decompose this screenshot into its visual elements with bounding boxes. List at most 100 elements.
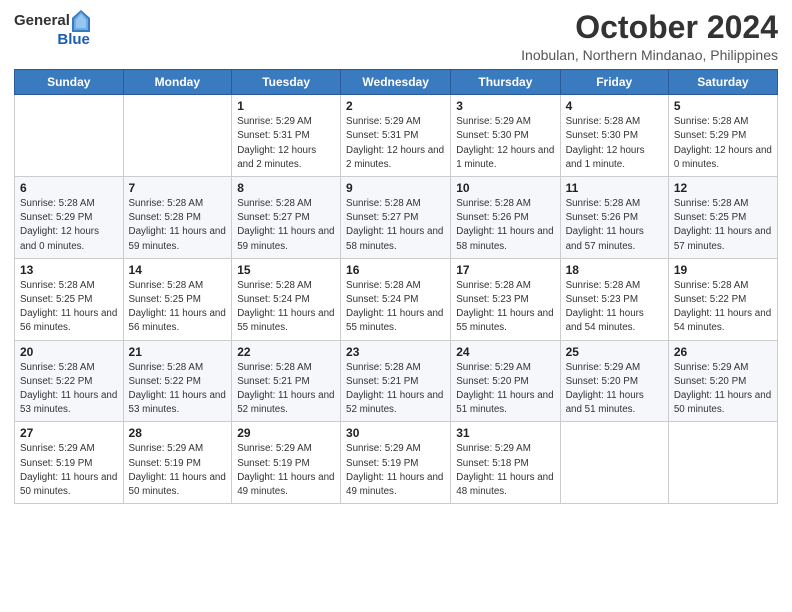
day-number: 14 <box>129 263 227 277</box>
month-title: October 2024 <box>521 10 778 45</box>
calendar-cell: 29 Sunrise: 5:29 AM Sunset: 5:19 PM Dayli… <box>232 422 341 504</box>
day-number: 27 <box>20 426 118 440</box>
day-number: 9 <box>346 181 445 195</box>
title-block: October 2024 Inobulan, Northern Mindanao… <box>521 10 778 63</box>
calendar-table: SundayMondayTuesdayWednesdayThursdayFrid… <box>14 69 778 504</box>
calendar-cell: 8 Sunrise: 5:28 AM Sunset: 5:27 PM Daylig… <box>232 177 341 259</box>
day-number: 22 <box>237 345 335 359</box>
logo: General Blue <box>14 10 90 49</box>
day-detail: Sunrise: 5:29 AM Sunset: 5:18 PM Dayligh… <box>456 442 554 499</box>
day-number: 2 <box>346 99 445 113</box>
day-detail: Sunrise: 5:29 AM Sunset: 5:19 PM Dayligh… <box>129 442 227 499</box>
calendar-cell: 21 Sunrise: 5:28 AM Sunset: 5:22 PM Dayli… <box>123 340 232 422</box>
day-number: 5 <box>674 99 772 113</box>
day-detail: Sunrise: 5:29 AM Sunset: 5:19 PM Dayligh… <box>237 442 335 499</box>
calendar-cell: 7 Sunrise: 5:28 AM Sunset: 5:28 PM Daylig… <box>123 177 232 259</box>
day-detail: Sunrise: 5:28 AM Sunset: 5:25 PM Dayligh… <box>674 197 772 254</box>
calendar-cell: 2 Sunrise: 5:29 AM Sunset: 5:31 PM Daylig… <box>341 95 451 177</box>
day-detail: Sunrise: 5:28 AM Sunset: 5:25 PM Dayligh… <box>20 279 118 336</box>
day-number: 25 <box>566 345 663 359</box>
calendar-cell: 14 Sunrise: 5:28 AM Sunset: 5:25 PM Dayli… <box>123 258 232 340</box>
calendar-cell: 18 Sunrise: 5:28 AM Sunset: 5:23 PM Dayli… <box>560 258 668 340</box>
day-number: 31 <box>456 426 554 440</box>
day-detail: Sunrise: 5:28 AM Sunset: 5:25 PM Dayligh… <box>129 279 227 336</box>
col-header-sunday: Sunday <box>15 70 124 95</box>
day-number: 3 <box>456 99 554 113</box>
day-number: 23 <box>346 345 445 359</box>
day-number: 20 <box>20 345 118 359</box>
day-number: 8 <box>237 181 335 195</box>
location-title: Inobulan, Northern Mindanao, Philippines <box>521 47 778 63</box>
day-detail: Sunrise: 5:28 AM Sunset: 5:21 PM Dayligh… <box>237 361 335 418</box>
day-detail: Sunrise: 5:28 AM Sunset: 5:24 PM Dayligh… <box>346 279 445 336</box>
day-detail: Sunrise: 5:29 AM Sunset: 5:20 PM Dayligh… <box>456 361 554 418</box>
calendar-cell: 24 Sunrise: 5:29 AM Sunset: 5:20 PM Dayli… <box>451 340 560 422</box>
day-detail: Sunrise: 5:28 AM Sunset: 5:22 PM Dayligh… <box>129 361 227 418</box>
day-detail: Sunrise: 5:28 AM Sunset: 5:23 PM Dayligh… <box>566 279 663 336</box>
col-header-monday: Monday <box>123 70 232 95</box>
calendar-cell: 22 Sunrise: 5:28 AM Sunset: 5:21 PM Dayli… <box>232 340 341 422</box>
calendar-cell: 1 Sunrise: 5:29 AM Sunset: 5:31 PM Daylig… <box>232 95 341 177</box>
day-number: 15 <box>237 263 335 277</box>
calendar-cell: 10Sunrise: 5:28 AM Sunset: 5:26 PM Dayli… <box>451 177 560 259</box>
day-detail: Sunrise: 5:28 AM Sunset: 5:28 PM Dayligh… <box>129 197 227 254</box>
day-detail: Sunrise: 5:29 AM Sunset: 5:30 PM Dayligh… <box>456 115 554 172</box>
day-number: 6 <box>20 181 118 195</box>
calendar-cell: 9 Sunrise: 5:28 AM Sunset: 5:27 PM Daylig… <box>341 177 451 259</box>
calendar-cell: 13 Sunrise: 5:28 AM Sunset: 5:25 PM Dayli… <box>15 258 124 340</box>
calendar-cell: 23 Sunrise: 5:28 AM Sunset: 5:21 PM Dayli… <box>341 340 451 422</box>
calendar-cell: 3 Sunrise: 5:29 AM Sunset: 5:30 PM Daylig… <box>451 95 560 177</box>
day-detail: Sunrise: 5:28 AM Sunset: 5:29 PM Dayligh… <box>674 115 772 172</box>
day-detail: Sunrise: 5:29 AM Sunset: 5:31 PM Dayligh… <box>346 115 445 172</box>
calendar-cell <box>15 95 124 177</box>
calendar-cell: 11Sunrise: 5:28 AM Sunset: 5:26 PM Dayli… <box>560 177 668 259</box>
day-detail: Sunrise: 5:29 AM Sunset: 5:19 PM Dayligh… <box>346 442 445 499</box>
day-detail: Sunrise: 5:29 AM Sunset: 5:19 PM Dayligh… <box>20 442 118 499</box>
day-number: 7 <box>129 181 227 195</box>
day-number: 1 <box>237 99 335 113</box>
calendar-cell: 19 Sunrise: 5:28 AM Sunset: 5:22 PM Dayli… <box>668 258 777 340</box>
col-header-tuesday: Tuesday <box>232 70 341 95</box>
day-detail: Sunrise: 5:28 AM Sunset: 5:22 PM Dayligh… <box>674 279 772 336</box>
day-detail: Sunrise: 5:28 AM Sunset: 5:29 PM Dayligh… <box>20 197 118 254</box>
day-number: 10 <box>456 181 554 195</box>
day-number: 29 <box>237 426 335 440</box>
day-detail: Sunrise: 5:28 AM Sunset: 5:22 PM Dayligh… <box>20 361 118 418</box>
day-number: 21 <box>129 345 227 359</box>
logo-icon <box>72 10 90 32</box>
day-detail: Sunrise: 5:28 AM Sunset: 5:24 PM Dayligh… <box>237 279 335 336</box>
day-number: 19 <box>674 263 772 277</box>
logo-text-general: General <box>14 13 70 30</box>
day-number: 12 <box>674 181 772 195</box>
calendar-cell: 4Sunrise: 5:28 AM Sunset: 5:30 PM Daylig… <box>560 95 668 177</box>
calendar-cell: 26Sunrise: 5:29 AM Sunset: 5:20 PM Dayli… <box>668 340 777 422</box>
col-header-saturday: Saturday <box>668 70 777 95</box>
calendar-cell: 12 Sunrise: 5:28 AM Sunset: 5:25 PM Dayli… <box>668 177 777 259</box>
calendar-cell <box>123 95 232 177</box>
day-number: 18 <box>566 263 663 277</box>
day-number: 13 <box>20 263 118 277</box>
logo-text-blue: Blue <box>57 32 90 49</box>
calendar-cell: 20 Sunrise: 5:28 AM Sunset: 5:22 PM Dayli… <box>15 340 124 422</box>
calendar-cell: 31 Sunrise: 5:29 AM Sunset: 5:18 PM Dayli… <box>451 422 560 504</box>
day-detail: Sunrise: 5:28 AM Sunset: 5:21 PM Dayligh… <box>346 361 445 418</box>
day-number: 30 <box>346 426 445 440</box>
col-header-thursday: Thursday <box>451 70 560 95</box>
calendar-cell: 16 Sunrise: 5:28 AM Sunset: 5:24 PM Dayli… <box>341 258 451 340</box>
calendar-cell: 17Sunrise: 5:28 AM Sunset: 5:23 PM Dayli… <box>451 258 560 340</box>
col-header-wednesday: Wednesday <box>341 70 451 95</box>
calendar-cell: 6 Sunrise: 5:28 AM Sunset: 5:29 PM Daylig… <box>15 177 124 259</box>
day-detail: Sunrise: 5:28 AM Sunset: 5:27 PM Dayligh… <box>237 197 335 254</box>
day-number: 24 <box>456 345 554 359</box>
day-detail: Sunrise: 5:29 AM Sunset: 5:20 PM Dayligh… <box>674 361 772 418</box>
calendar-cell: 28 Sunrise: 5:29 AM Sunset: 5:19 PM Dayli… <box>123 422 232 504</box>
day-detail: Sunrise: 5:28 AM Sunset: 5:30 PM Dayligh… <box>566 115 663 172</box>
calendar-cell: 15 Sunrise: 5:28 AM Sunset: 5:24 PM Dayli… <box>232 258 341 340</box>
day-number: 28 <box>129 426 227 440</box>
day-detail: Sunrise: 5:28 AM Sunset: 5:27 PM Dayligh… <box>346 197 445 254</box>
day-number: 16 <box>346 263 445 277</box>
page-header: General Blue October 2024 Inobulan, Nort… <box>14 10 778 63</box>
day-detail: Sunrise: 5:28 AM Sunset: 5:26 PM Dayligh… <box>566 197 663 254</box>
day-detail: Sunrise: 5:28 AM Sunset: 5:23 PM Dayligh… <box>456 279 554 336</box>
day-detail: Sunrise: 5:29 AM Sunset: 5:31 PM Dayligh… <box>237 115 335 172</box>
